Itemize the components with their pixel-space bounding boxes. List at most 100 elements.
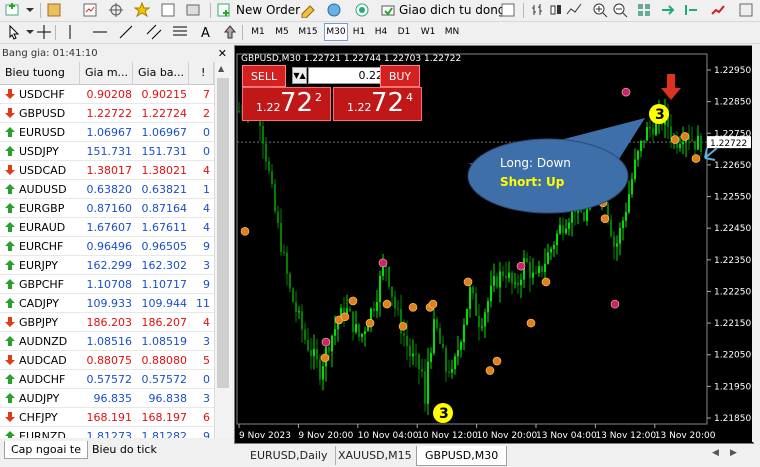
- table-row[interactable]: AUDCAD 0.88075 0.88080 5: [0, 351, 214, 370]
- meta-editor-icon[interactable]: [300, 2, 316, 18]
- fractal-marker: [321, 337, 331, 347]
- chart-settings-icon[interactable]: [500, 2, 516, 18]
- market-watch-scrollbar[interactable]: ▲: [214, 62, 232, 438]
- arrow-tool-icon[interactable]: [222, 24, 238, 40]
- terminal-icon[interactable]: [160, 2, 176, 18]
- chart-shift-icon[interactable]: [683, 2, 699, 18]
- timeframe-m1[interactable]: M1: [248, 24, 268, 40]
- favorites-icon[interactable]: [134, 2, 150, 18]
- table-row[interactable]: EURAUD 1.67607 1.67611 4: [0, 218, 214, 237]
- candlestick-icon[interactable]: [548, 2, 564, 18]
- tile-windows-icon[interactable]: [636, 2, 652, 18]
- timeframe-d1[interactable]: D1: [394, 24, 414, 40]
- column-bid[interactable]: Gia m...: [80, 62, 133, 84]
- tab-scroll-right-icon[interactable]: ▶: [730, 448, 737, 458]
- zoom-in-icon[interactable]: [592, 2, 608, 18]
- new-order-button[interactable]: New Order: [236, 3, 300, 17]
- market-icon[interactable]: [354, 2, 370, 18]
- crosshair-icon[interactable]: [108, 2, 124, 18]
- scrollbar-thumb[interactable]: [217, 78, 229, 388]
- vertical-line-icon[interactable]: [62, 24, 78, 40]
- timeframe-m5[interactable]: M5: [272, 24, 292, 40]
- timeframe-m30[interactable]: M30: [324, 23, 348, 41]
- tab-tick-chart[interactable]: Bieu do tick: [86, 441, 163, 458]
- line-chart-icon[interactable]: [566, 2, 582, 18]
- table-row[interactable]: USDCAD 1.38017 1.38021 4: [0, 161, 214, 180]
- fractal-marker: [610, 299, 620, 309]
- templates-icon[interactable]: [738, 2, 754, 18]
- crosshair-tool-icon[interactable]: [36, 24, 52, 40]
- candle-body: [469, 286, 471, 309]
- indicators-icon[interactable]: [710, 2, 726, 18]
- auto-trading-icon[interactable]: [380, 2, 396, 18]
- sell-price-box[interactable]: 1.22 72 2: [242, 87, 331, 121]
- tab-scroll-left-icon[interactable]: ◀: [712, 448, 719, 458]
- horizontal-line-icon[interactable]: [92, 24, 108, 40]
- table-row[interactable]: EURGBP 0.87160 0.87164 4: [0, 199, 214, 218]
- buy-price-box[interactable]: 1.22 72 4: [333, 87, 422, 121]
- timeframe-h4[interactable]: H4: [372, 24, 390, 40]
- dropdown-arrow-icon[interactable]: [22, 2, 38, 18]
- candle-body: [652, 128, 654, 135]
- column-ask[interactable]: Gia ba...: [133, 62, 189, 84]
- table-row[interactable]: GBPUSD 1.22722 1.22724 2: [0, 104, 214, 123]
- table-row[interactable]: AUDNZD 1.08516 1.08519 3: [0, 332, 214, 351]
- autoscroll-icon[interactable]: [660, 2, 676, 18]
- tab-currency-pairs[interactable]: Cap ngoai te: [4, 441, 88, 459]
- table-row[interactable]: AUDJPY 96.835 96.838 3: [0, 389, 214, 408]
- table-row[interactable]: USDJPY 151.731 151.731 0: [0, 142, 214, 161]
- table-row[interactable]: USDCHF 0.90208 0.90215 7: [0, 85, 214, 104]
- sell-button[interactable]: SELL: [242, 65, 286, 87]
- fibonacci-icon[interactable]: [172, 24, 188, 40]
- candle-body: [499, 271, 501, 288]
- timeframe-h1[interactable]: H1: [350, 24, 368, 40]
- bid-price: 0.88075: [86, 354, 133, 367]
- table-row[interactable]: AUDUSD 0.63820 0.63821 1: [0, 180, 214, 199]
- new-chart-icon[interactable]: [4, 2, 20, 18]
- tab-gbpusd-m30[interactable]: GBPUSD,M30: [416, 446, 508, 466]
- cursor-icon[interactable]: [6, 24, 22, 40]
- bid-price: 1.67607: [86, 221, 133, 234]
- ask-price: 1.38021: [141, 164, 188, 177]
- table-row[interactable]: GBPJPY 186.203 186.207 4: [0, 313, 214, 332]
- lot-stepper[interactable]: ▼▲: [292, 67, 307, 84]
- symbol-name: USDCAD: [19, 164, 67, 177]
- auto-trading-button[interactable]: Giao dich tu dong: [399, 3, 505, 17]
- close-icon[interactable]: ✕: [218, 45, 227, 62]
- table-row[interactable]: CHFJPY 168.191 168.197 6: [0, 408, 214, 427]
- buy-button[interactable]: BUY: [380, 65, 420, 87]
- trendline-icon[interactable]: [118, 24, 134, 40]
- price-label: 1.22650: [714, 161, 751, 171]
- candle-body: [538, 266, 540, 273]
- new-order-icon[interactable]: [216, 2, 232, 18]
- table-row[interactable]: EURCHF 0.96496 0.96505 9: [0, 237, 214, 256]
- table-row[interactable]: EURNZD 1.81273 1.81282 9: [0, 427, 214, 438]
- zoom-out-icon[interactable]: [612, 2, 628, 18]
- channel-icon[interactable]: [146, 24, 162, 40]
- buy-price-big: 72: [371, 88, 405, 118]
- table-row[interactable]: AUDCHF 0.57572 0.57572 0: [0, 370, 214, 389]
- table-row[interactable]: GBPCHF 1.10708 1.10717 9: [0, 275, 214, 294]
- column-spread[interactable]: !: [189, 62, 214, 84]
- symbol-name: GBPJPY: [19, 316, 59, 329]
- candle-body: [307, 339, 309, 351]
- table-row[interactable]: EURUSD 1.06967 1.06967 0: [0, 123, 214, 142]
- text-tool-icon[interactable]: A: [198, 24, 214, 40]
- column-symbol[interactable]: Bieu tuong: [0, 62, 80, 84]
- tab-xauusd-m15[interactable]: XAUUSD,M15: [330, 446, 421, 465]
- table-row[interactable]: EURJPY 162.299 162.302 3: [0, 256, 214, 275]
- bar-chart-icon[interactable]: [530, 2, 546, 18]
- timeframe-w1[interactable]: W1: [418, 24, 438, 40]
- fractal-marker: [680, 132, 690, 141]
- tab-eurusd-daily[interactable]: EURUSD,Daily: [242, 446, 337, 465]
- market-watch-icon[interactable]: [82, 2, 98, 18]
- timeframe-mn[interactable]: MN: [442, 24, 462, 40]
- lot-size-input[interactable]: 0.22: [308, 67, 388, 84]
- profiles-icon[interactable]: [46, 2, 62, 18]
- signals-icon[interactable]: [326, 2, 342, 18]
- table-row[interactable]: CADJPY 109.933 109.944 11: [0, 294, 214, 313]
- tester-icon[interactable]: [185, 2, 201, 18]
- timeframe-m15[interactable]: M15: [296, 24, 320, 40]
- candle-body: [292, 288, 294, 302]
- fractal-marker: [382, 299, 392, 309]
